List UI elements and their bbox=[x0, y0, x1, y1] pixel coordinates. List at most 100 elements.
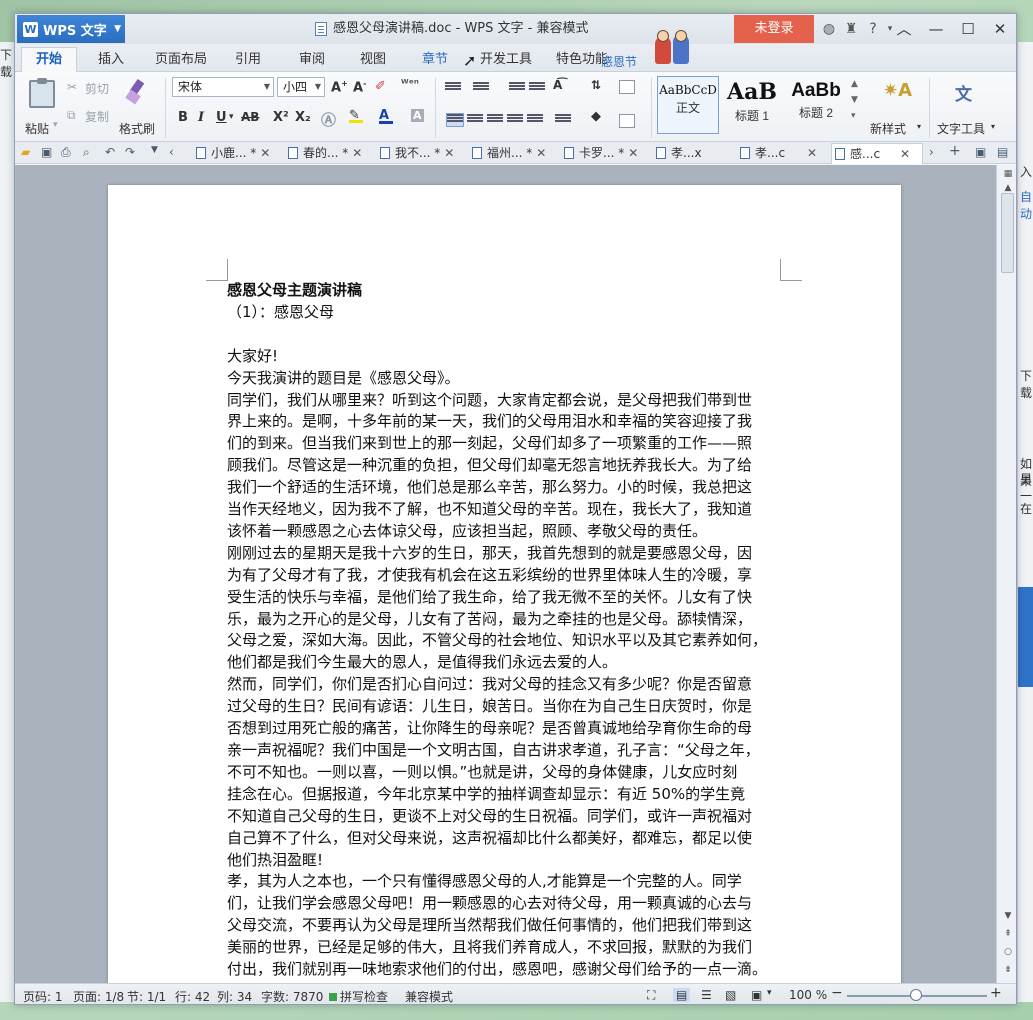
style-normal[interactable]: AaBbCcD 正文 bbox=[657, 76, 719, 134]
font-size-select[interactable]: 小四 ▼ bbox=[277, 77, 325, 97]
tab-review[interactable]: 审阅 bbox=[299, 48, 325, 72]
open-folder-icon[interactable]: ▰ bbox=[21, 145, 30, 159]
close-icon[interactable]: ✕ bbox=[900, 147, 910, 161]
bold-button[interactable]: B bbox=[178, 110, 188, 125]
doc-tab[interactable]: 小鹿... * ✕ bbox=[193, 143, 270, 164]
chevron-down-icon[interactable]: ▾ bbox=[53, 120, 58, 130]
doc-tab[interactable]: 孝...c ✕ bbox=[737, 143, 817, 164]
redo-icon[interactable]: ↷ bbox=[125, 145, 135, 159]
paste-button[interactable]: 粘贴 bbox=[25, 120, 49, 137]
format-painter-button[interactable]: 格式刷 bbox=[119, 120, 155, 137]
new-tab-icon[interactable]: + bbox=[949, 143, 961, 159]
doc-tab[interactable]: 孝...x bbox=[653, 143, 702, 164]
tab-home[interactable]: 开始 bbox=[21, 47, 78, 73]
italic-button[interactable]: I bbox=[198, 110, 204, 125]
tab-view[interactable]: 视图 bbox=[360, 48, 386, 72]
web-view-icon[interactable]: ▧ bbox=[725, 988, 736, 1002]
outline-view-icon[interactable]: ☰ bbox=[701, 988, 712, 1002]
print-preview-icon[interactable]: ⌕ bbox=[83, 145, 90, 160]
scroll-thumb[interactable] bbox=[1001, 193, 1014, 273]
tab-references[interactable]: 引用 bbox=[235, 48, 261, 72]
clear-format-icon[interactable]: ✐ bbox=[375, 79, 386, 94]
maximize-icon[interactable]: ☐ bbox=[952, 14, 984, 44]
text-direction-icon[interactable]: A͡ bbox=[553, 78, 562, 92]
line-spacing-icon[interactable] bbox=[555, 114, 571, 126]
print-icon[interactable]: ⎙ bbox=[61, 145, 71, 160]
doc-tab[interactable]: 福州... * ✕ bbox=[469, 143, 546, 164]
zoom-level[interactable]: 100 % bbox=[789, 988, 827, 1002]
font-color-icon[interactable]: A bbox=[379, 108, 393, 124]
save-icon[interactable]: ▣ bbox=[41, 145, 52, 159]
status-word-count[interactable]: 字数: 7870 bbox=[261, 988, 323, 1004]
chevron-down-icon[interactable]: ▾ bbox=[917, 122, 921, 131]
minimize-icon[interactable]: — bbox=[920, 14, 952, 44]
reading-view-icon[interactable]: ▣ bbox=[751, 988, 762, 1002]
distribute-icon[interactable] bbox=[527, 114, 543, 126]
zoom-in-icon[interactable]: + bbox=[990, 985, 1002, 1001]
shrink-font-icon[interactable]: A- bbox=[353, 79, 366, 95]
close-icon[interactable]: ✕ bbox=[260, 146, 270, 160]
tab-developer[interactable]: 开发工具 bbox=[480, 48, 532, 72]
doc-tab[interactable]: 春的... * ✕ bbox=[285, 143, 362, 164]
text-tools-button[interactable]: 文字工具 bbox=[937, 120, 985, 137]
festival-label[interactable]: 感恩节 bbox=[601, 53, 637, 70]
tab-chapter[interactable]: 章节 bbox=[422, 48, 448, 72]
sort-icon[interactable]: ⇅ bbox=[591, 78, 601, 92]
copy-button[interactable]: 复制 bbox=[85, 108, 109, 125]
fullscreen-view-icon[interactable]: ⛶ bbox=[647, 988, 655, 1003]
close-icon[interactable]: ✕ bbox=[536, 146, 546, 160]
chevron-left-icon[interactable]: ‹ bbox=[169, 145, 174, 159]
close-icon[interactable]: ✕ bbox=[444, 146, 454, 160]
bullet-list-icon[interactable] bbox=[445, 82, 461, 94]
shirt-icon[interactable]: ♜ bbox=[840, 21, 862, 37]
app-menu-button[interactable]: W WPS 文字 ▼ bbox=[17, 15, 125, 43]
text-effect-icon[interactable]: Ⓐ bbox=[321, 109, 336, 130]
style-heading-1[interactable]: AaB 标题 1 bbox=[721, 76, 783, 134]
page-view-icon[interactable]: ▤ bbox=[673, 988, 691, 1002]
vertical-scrollbar[interactable]: ▦ ▲ ▼ ⇞ ○ ⇟ bbox=[996, 165, 1016, 983]
justify-icon[interactable] bbox=[507, 114, 523, 126]
skin-icon[interactable]: ◍ bbox=[818, 21, 840, 37]
char-shading-icon[interactable]: A bbox=[411, 109, 424, 122]
shading-fill-icon[interactable]: ◆ bbox=[591, 109, 601, 124]
chevron-down-icon[interactable]: ▾ bbox=[991, 122, 995, 131]
zoom-slider-thumb[interactable] bbox=[910, 989, 922, 1001]
highlight-icon[interactable]: ✎ bbox=[349, 108, 363, 123]
undo-icon[interactable]: ↶ bbox=[105, 145, 115, 159]
close-icon[interactable]: ✕ bbox=[807, 146, 817, 160]
select-browse-icon[interactable]: ○ bbox=[1000, 945, 1016, 959]
help-icon[interactable]: ? bbox=[862, 21, 884, 37]
subscript-button[interactable]: X₂ bbox=[295, 110, 311, 125]
tab-insert[interactable]: 插入 bbox=[98, 48, 124, 72]
prev-page-icon[interactable]: ⇞ bbox=[1000, 927, 1016, 941]
borders-icon[interactable] bbox=[619, 114, 635, 128]
collapse-ribbon-icon[interactable]: ︿ bbox=[888, 14, 920, 44]
chevron-down-icon[interactable]: ▾ bbox=[767, 988, 772, 998]
chevron-down-icon[interactable]: ▾ bbox=[229, 112, 234, 122]
next-page-icon[interactable]: ⇟ bbox=[1000, 963, 1016, 977]
close-icon[interactable]: ✕ bbox=[628, 146, 638, 160]
close-icon[interactable]: ✕ bbox=[984, 14, 1016, 44]
strikethrough-button[interactable]: AB bbox=[241, 110, 259, 124]
align-left-icon[interactable] bbox=[446, 113, 464, 127]
doc-tab[interactable]: 我不... * ✕ bbox=[377, 143, 454, 164]
doc-tab-active[interactable]: 感...c ✕ bbox=[831, 143, 923, 164]
scroll-down-icon[interactable]: ▼ bbox=[1000, 909, 1016, 923]
ruler-toggle-icon[interactable]: ▦ bbox=[1000, 167, 1016, 181]
new-style-button[interactable]: 新样式 bbox=[870, 120, 906, 137]
align-right-icon[interactable] bbox=[487, 114, 503, 126]
document-body[interactable]: 感恩父母主题演讲稿 （1）：感恩父母 大家好! 今天我演讲的题目是《感恩父母》。同… bbox=[227, 280, 782, 981]
close-icon[interactable]: ✕ bbox=[352, 146, 362, 160]
table-border-icon[interactable] bbox=[619, 80, 635, 94]
chevron-down-icon[interactable]: ▼ bbox=[151, 145, 158, 155]
paste-icon[interactable] bbox=[29, 78, 55, 108]
superscript-button[interactable]: X² bbox=[273, 110, 289, 125]
align-center-icon[interactable] bbox=[467, 114, 483, 126]
phonetic-guide-icon[interactable]: ᵂᵉⁿ bbox=[401, 77, 419, 90]
styles-scroll-icon[interactable]: ▲ ▼ ▾ bbox=[851, 76, 858, 124]
tab-close-all-icon[interactable]: ▤ bbox=[997, 145, 1008, 159]
cut-button[interactable]: 剪切 bbox=[85, 80, 109, 97]
underline-button[interactable]: U bbox=[216, 110, 227, 125]
chevron-right-icon[interactable]: › bbox=[929, 145, 934, 159]
font-name-select[interactable]: 宋体 ▼ bbox=[172, 77, 274, 97]
